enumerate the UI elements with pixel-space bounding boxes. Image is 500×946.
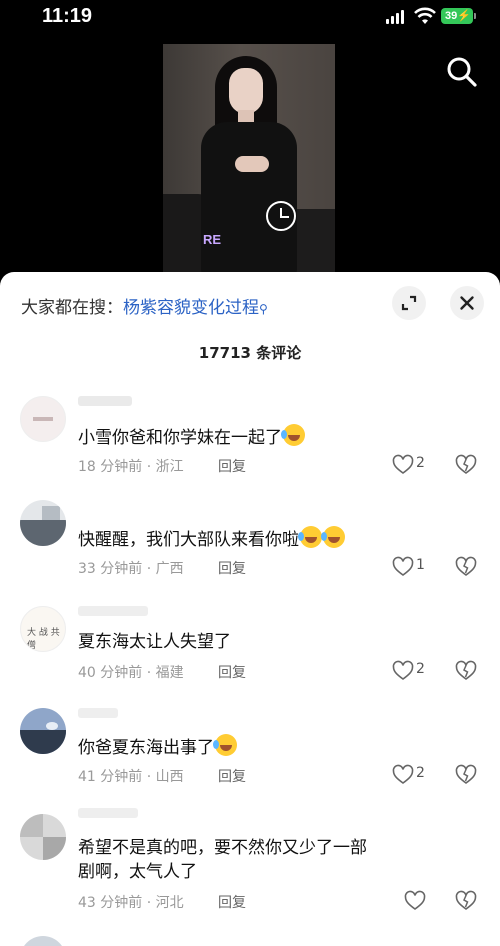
- broken-heart-icon: [455, 454, 477, 474]
- comments-sheet: 大家都在搜：杨紫容貌变化过程⚲ 17713 条评论 小雪你爸和你学妹在一起了 1…: [0, 272, 500, 946]
- heart-icon: [392, 454, 414, 474]
- broken-heart-icon: [455, 890, 477, 910]
- comment-meta: 41 分钟前 · 山西: [78, 769, 184, 785]
- comment-meta: 43 分钟前 · 河北: [78, 895, 184, 911]
- like-button[interactable]: 2: [392, 454, 428, 476]
- comment-text: 希望不是真的吧，要不然你又少了一部剧啊，太气人了: [78, 838, 367, 882]
- like-count: 2: [416, 661, 425, 677]
- heart-icon: [392, 764, 414, 784]
- dislike-button[interactable]: [455, 556, 477, 578]
- status-time: 11:19: [42, 5, 93, 27]
- like-count: 2: [416, 765, 425, 781]
- search-icon[interactable]: [444, 54, 480, 90]
- close-icon: [460, 296, 474, 310]
- comment-item: 大 战 共 僧 夏东海太让人失望了 40 分钟前 · 福建 回复 2: [0, 604, 500, 694]
- trending-search-hint[interactable]: 大家都在搜：杨紫容貌变化过程⚲: [21, 293, 268, 318]
- dislike-button[interactable]: [455, 890, 477, 912]
- cellular-signal-icon: [386, 10, 406, 24]
- comment-meta: 18 分钟前 · 浙江: [78, 459, 184, 475]
- expand-button[interactable]: [392, 286, 426, 320]
- heart-icon: [392, 556, 414, 576]
- reply-button[interactable]: 回复: [218, 766, 246, 786]
- reply-button[interactable]: 回复: [218, 558, 246, 578]
- loading-clock-icon: [266, 201, 296, 231]
- like-button[interactable]: [404, 890, 440, 912]
- broken-heart-icon: [455, 660, 477, 680]
- battery-level: 39: [445, 10, 458, 22]
- avatar[interactable]: [20, 708, 66, 754]
- close-button[interactable]: [450, 286, 484, 320]
- comment-count: 17713 条评论: [198, 344, 302, 362]
- reply-button[interactable]: 回复: [218, 892, 246, 912]
- comment-meta: 33 分钟前 · 广西: [78, 561, 184, 577]
- reply-button[interactable]: 回复: [218, 456, 246, 476]
- like-count: 2: [416, 455, 425, 471]
- video-overlay-text: RE: [203, 232, 222, 247]
- broken-heart-icon: [455, 556, 477, 576]
- expand-icon: [401, 295, 417, 311]
- broken-heart-icon: [455, 764, 477, 784]
- comment-item: 你爸夏东海出事了 41 分钟前 · 山西 回复 2: [0, 706, 500, 796]
- heart-icon: [404, 890, 426, 910]
- dislike-button[interactable]: [455, 764, 477, 786]
- comment-meta: 40 分钟前 · 福建: [78, 665, 184, 681]
- rofl-emoji-icon: [298, 526, 322, 548]
- heart-icon: [392, 660, 414, 680]
- like-button[interactable]: 2: [392, 764, 428, 786]
- rofl-emoji-icon: [213, 734, 237, 756]
- battery-icon: 39⚡: [441, 8, 473, 24]
- comment-item: 希望不是真的吧，要不然你又少了一部剧啊，太气人了 43 分钟前 · 河北 回复: [0, 806, 500, 916]
- comment-item: 小雪你爸和你学妹在一起了 18 分钟前 · 浙江 回复 2: [0, 396, 500, 486]
- avatar[interactable]: 大 战 共 僧: [20, 606, 66, 652]
- dislike-button[interactable]: [455, 660, 477, 682]
- avatar[interactable]: [20, 500, 66, 546]
- comment-text: 小雪你爸和你学妹在一起了: [78, 424, 458, 450]
- status-bar: 11:19 39⚡: [0, 0, 500, 36]
- video-player[interactable]: RE: [163, 44, 335, 274]
- rofl-emoji-icon: [321, 526, 345, 548]
- avatar[interactable]: [20, 396, 66, 442]
- search-hint-term[interactable]: 杨紫容貌变化过程: [123, 298, 259, 318]
- like-button[interactable]: 1: [392, 556, 428, 578]
- wifi-icon: [414, 7, 436, 24]
- like-count: 1: [416, 557, 425, 573]
- comment-text: 你爸夏东海出事了: [78, 734, 458, 760]
- search-hint-prefix: 大家都在搜：: [21, 298, 123, 318]
- comment-text: 夏东海太让人失望了: [78, 632, 231, 652]
- comment-item: 快醒醒，我们大部队来看你啦 33 分钟前 · 广西 回复 1: [0, 496, 500, 586]
- avatar[interactable]: [20, 936, 66, 946]
- dislike-button[interactable]: [455, 454, 477, 476]
- like-button[interactable]: 2: [392, 660, 428, 682]
- rofl-emoji-icon: [281, 424, 305, 446]
- reply-button[interactable]: 回复: [218, 662, 246, 682]
- avatar[interactable]: [20, 814, 66, 860]
- search-small-icon: ⚲: [259, 302, 268, 316]
- comment-text: 快醒醒，我们大部队来看你啦: [78, 526, 458, 552]
